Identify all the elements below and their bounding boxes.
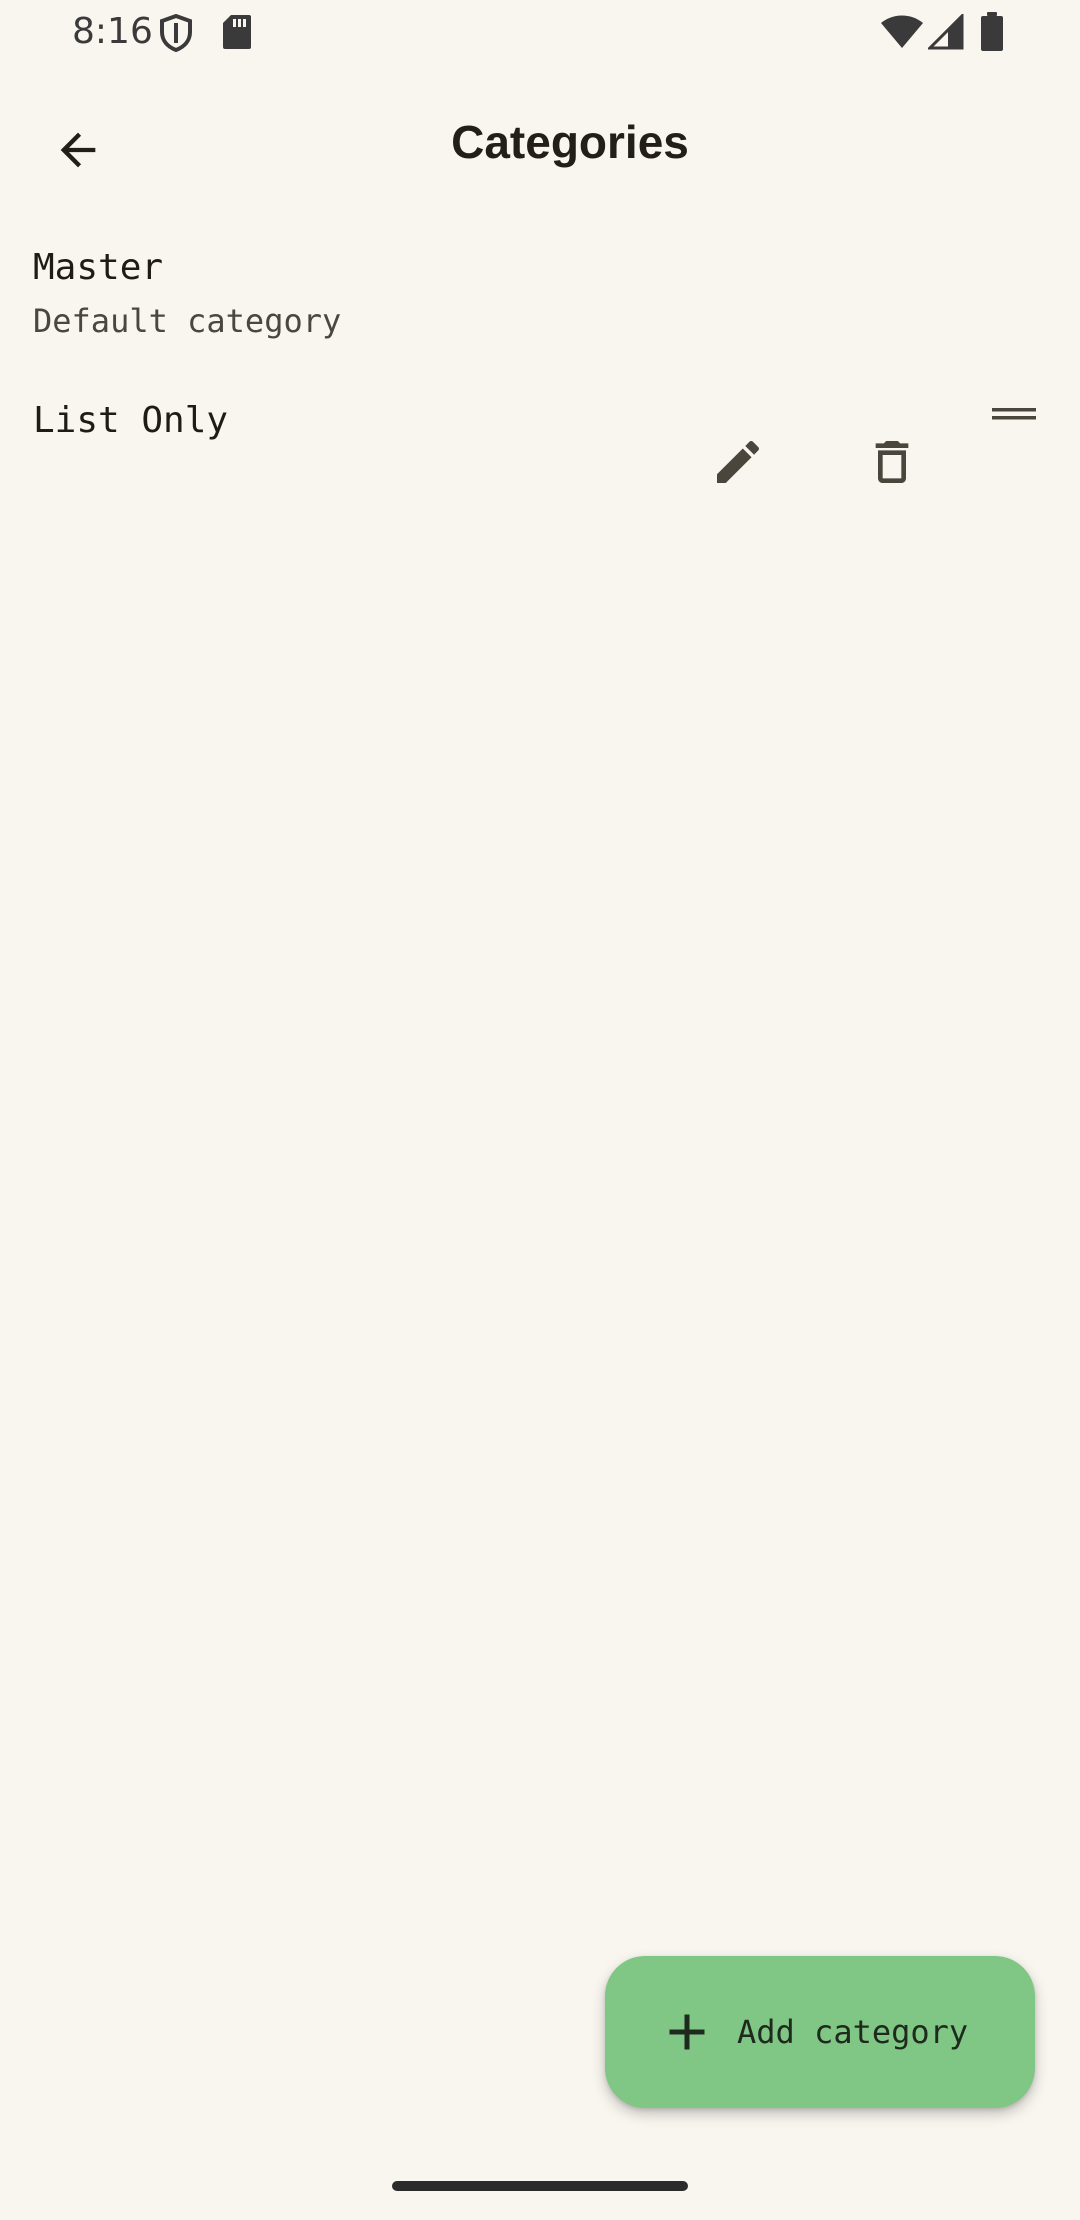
category-subtitle: Default category [33, 302, 342, 340]
category-title: List Only [33, 400, 229, 441]
edit-icon [717, 440, 760, 483]
top-app-bar: Categories [0, 80, 1080, 206]
gesture-navigation-bar[interactable] [392, 2181, 688, 2191]
add-category-button[interactable]: Add category [605, 1956, 1035, 2108]
delete-icon [875, 441, 909, 483]
edit-button[interactable] [690, 414, 786, 510]
delete-button[interactable] [844, 414, 940, 510]
category-title: Master [33, 247, 164, 288]
status-bar: 8:16 [0, 0, 1080, 64]
list-item[interactable]: List Only [0, 370, 1080, 510]
wifi-icon [881, 15, 923, 48]
list-item[interactable]: Master Default category [0, 230, 1080, 370]
drag-handle-icon [992, 408, 1036, 420]
drag-handle[interactable] [966, 366, 1062, 462]
plus-icon [669, 2014, 705, 2050]
add-category-label: Add category [737, 2013, 969, 2051]
shield-icon [160, 14, 192, 52]
signal-icon [928, 14, 964, 50]
category-list: Master Default category List Only [0, 230, 1080, 510]
status-time: 8:16 [72, 11, 153, 52]
sd-card-icon [223, 15, 251, 49]
page-title: Categories [451, 116, 689, 168]
battery-icon [981, 12, 1003, 51]
